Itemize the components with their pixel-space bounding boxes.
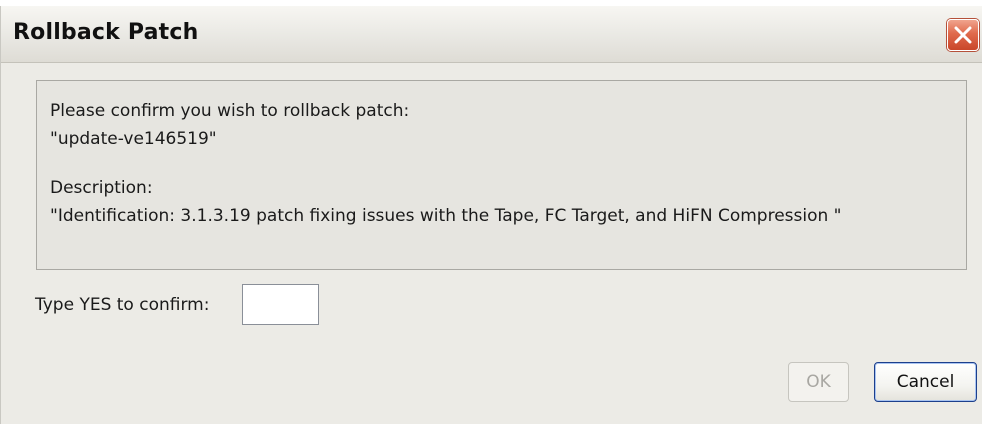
- close-button[interactable]: [947, 19, 979, 51]
- rollback-patch-dialog: Rollback Patch Please confirm you wish t…: [0, 6, 982, 424]
- ok-button-label: OK: [806, 372, 831, 392]
- confirm-message: Please confirm you wish to rollback patc…: [50, 101, 410, 121]
- confirm-label: Type YES to confirm:: [35, 295, 210, 315]
- description-text: "Identification: 3.1.3.19 patch fixing i…: [50, 206, 842, 226]
- patch-name: "update-ve146519": [50, 129, 217, 149]
- cancel-button[interactable]: Cancel: [874, 362, 977, 402]
- close-icon: [954, 26, 972, 44]
- title-bar[interactable]: Rollback Patch: [1, 6, 982, 63]
- cancel-button-label: Cancel: [896, 372, 955, 392]
- info-panel: Please confirm you wish to rollback patc…: [36, 80, 967, 270]
- description-label: Description:: [50, 178, 153, 198]
- dialog-title: Rollback Patch: [13, 20, 199, 45]
- ok-button[interactable]: OK: [788, 362, 849, 402]
- confirm-input[interactable]: [242, 284, 319, 325]
